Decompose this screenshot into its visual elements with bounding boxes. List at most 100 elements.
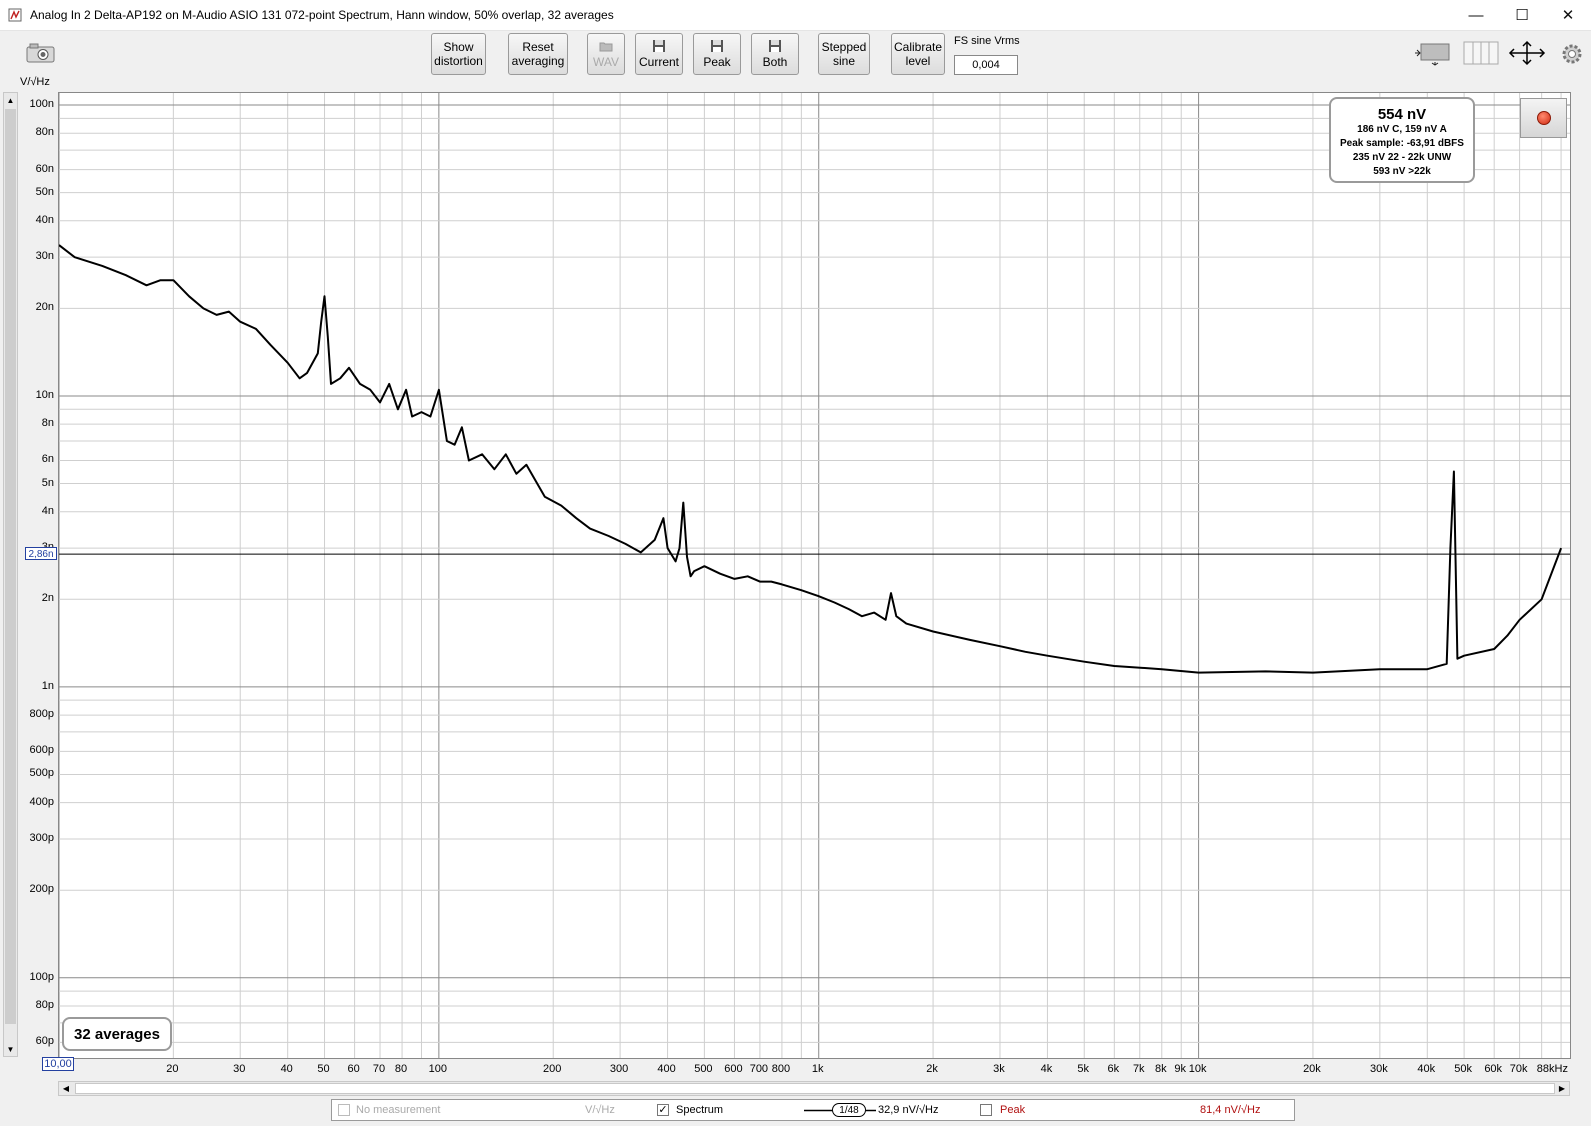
x-tick-label: 30k bbox=[1369, 1063, 1388, 1075]
maximize-button[interactable]: ☐ bbox=[1499, 0, 1545, 30]
calibrate-level-button[interactable]: Calibrate level bbox=[891, 33, 945, 75]
x-tick-label: 500 bbox=[694, 1063, 713, 1075]
x-tick-label: 50k bbox=[1454, 1063, 1472, 1075]
y-tick-label: 50n bbox=[35, 185, 54, 198]
vertical-scrollbar[interactable]: ▲ ▼ bbox=[3, 92, 18, 1057]
reset-averaging-button[interactable]: Reset averaging bbox=[508, 33, 568, 75]
x-tick-label: 10k bbox=[1188, 1063, 1207, 1075]
x-tick-label: 30 bbox=[233, 1063, 246, 1075]
spectrum-checkbox[interactable]: ✓ bbox=[657, 1104, 669, 1116]
y-tick-label: 400p bbox=[29, 795, 54, 808]
zoom-fit-icon[interactable] bbox=[1508, 40, 1546, 66]
folder-icon bbox=[599, 42, 613, 52]
spectrum-label: Spectrum bbox=[676, 1104, 724, 1116]
peak-value: 81,4 nV/√Hz bbox=[1200, 1104, 1261, 1116]
y-tick-label: 100p bbox=[29, 970, 54, 983]
x-tick-label: 80 bbox=[394, 1063, 408, 1075]
y-tick-label: 600p bbox=[29, 744, 54, 757]
record-icon bbox=[1536, 111, 1551, 125]
y-tick-label: 40n bbox=[35, 213, 54, 226]
y-tick-label: 200p bbox=[29, 883, 54, 896]
x-tick-label: 400 bbox=[657, 1063, 676, 1075]
record-button[interactable] bbox=[1520, 98, 1567, 138]
window-title: Analog In 2 Delta-AP192 on M-Audio ASIO … bbox=[30, 8, 614, 22]
y-tick-label: 8n bbox=[41, 417, 54, 430]
x-tick-label: 700 bbox=[749, 1063, 769, 1075]
layout-columns-icon[interactable] bbox=[1463, 41, 1499, 65]
save-icon bbox=[653, 40, 665, 52]
no-measurement-unit: V/√Hz bbox=[585, 1104, 615, 1116]
graph-panel-icon[interactable] bbox=[1413, 40, 1451, 66]
x-tick-label: 6k bbox=[1107, 1063, 1120, 1075]
x-tick-label: 200 bbox=[543, 1063, 562, 1075]
fs-sine-input[interactable] bbox=[954, 55, 1018, 75]
y-tick-label: 6n bbox=[41, 453, 54, 466]
save-current-button[interactable]: Current bbox=[635, 33, 683, 75]
minimize-button[interactable]: — bbox=[1453, 0, 1499, 30]
y-tick-label: 100n bbox=[29, 98, 54, 111]
title-bar: Analog In 2 Delta-AP192 on M-Audio ASIO … bbox=[0, 0, 1591, 31]
x-tick-label: 20k bbox=[1303, 1063, 1321, 1075]
x-tick-label: 3k bbox=[993, 1063, 1005, 1075]
settings-gear-icon[interactable] bbox=[1560, 42, 1584, 66]
x-tick-label: 7k bbox=[1132, 1063, 1145, 1075]
y-tick-label: 1n bbox=[41, 679, 54, 692]
spectrum-plot[interactable] bbox=[58, 92, 1571, 1059]
horizontal-scrollbar[interactable]: ◀ ▶ bbox=[58, 1081, 1570, 1096]
x-tick-label: 8k bbox=[1154, 1063, 1167, 1075]
save-peak-button[interactable]: Peak bbox=[693, 33, 741, 75]
x-tick-label: 40 bbox=[280, 1063, 293, 1075]
x-tick-label: 5k bbox=[1077, 1063, 1090, 1075]
stepped-sine-button[interactable]: Stepped sine bbox=[818, 33, 870, 75]
y-tick-label: 5n bbox=[41, 476, 54, 489]
spectrum-value: 32,9 nV/√Hz bbox=[878, 1104, 939, 1116]
y-tick-label: 80p bbox=[35, 998, 54, 1011]
y-axis-unit: V/√Hz bbox=[20, 76, 50, 88]
y-tick-label: 500p bbox=[29, 767, 54, 780]
y-tick-label: 800p bbox=[29, 708, 54, 721]
x-tick-label: 40k bbox=[1417, 1063, 1436, 1075]
spectrum-trace bbox=[59, 244, 1563, 674]
y-tick-label: 30n bbox=[35, 250, 54, 263]
horizontal-scroll-thumb[interactable] bbox=[75, 1083, 1555, 1094]
x-tick-label: 50 bbox=[317, 1063, 330, 1075]
save-both-button[interactable]: Both bbox=[751, 33, 799, 75]
y-tick-label: 300p bbox=[29, 831, 54, 844]
app-icon bbox=[8, 8, 22, 22]
smoothing-selector[interactable]: 1/48 bbox=[832, 1103, 866, 1117]
x-tick-label: 88kHz bbox=[1536, 1063, 1568, 1075]
scroll-left-arrow-icon[interactable]: ◀ bbox=[59, 1082, 73, 1095]
x-tick-label: 9k bbox=[1174, 1063, 1187, 1075]
no-measurement-label: No measurement bbox=[356, 1104, 441, 1116]
x-tick-label: 600 bbox=[724, 1063, 743, 1075]
peak-checkbox[interactable] bbox=[980, 1104, 992, 1116]
readout-main-value: 554 nV bbox=[1377, 106, 1427, 123]
level-readout: 554 nV 186 nV C, 159 nV A Peak sample: -… bbox=[1329, 97, 1475, 183]
x-tick-label: 70 bbox=[372, 1063, 386, 1075]
save-icon bbox=[711, 40, 723, 52]
close-button[interactable]: ✕ bbox=[1545, 0, 1591, 30]
x-tick-label: 4k bbox=[1040, 1063, 1053, 1075]
save-icon bbox=[769, 40, 781, 52]
x-tick-label: 100 bbox=[428, 1063, 448, 1075]
x-tick-label: 2k bbox=[926, 1063, 938, 1075]
y-cursor-value[interactable]: 2,86n bbox=[25, 547, 57, 560]
x-tick-label: 800 bbox=[771, 1063, 791, 1075]
averages-badge: 32 averages bbox=[62, 1017, 172, 1051]
x-cursor-value[interactable]: 10,00 bbox=[42, 1057, 74, 1071]
y-tick-label: 2n bbox=[41, 592, 54, 605]
y-tick-label: 4n bbox=[41, 504, 54, 517]
readout-line: 235 nV 22 - 22k UNW bbox=[1352, 152, 1452, 163]
y-tick-label: 60p bbox=[35, 1035, 54, 1048]
peak-label: Peak bbox=[1000, 1104, 1026, 1116]
scroll-right-arrow-icon[interactable]: ▶ bbox=[1555, 1082, 1569, 1095]
x-tick-label: 300 bbox=[609, 1063, 629, 1075]
readout-line: 593 nV >22k bbox=[1373, 166, 1431, 177]
x-tick-label: 70k bbox=[1509, 1063, 1528, 1075]
y-tick-label: 20n bbox=[35, 301, 54, 314]
wav-button[interactable]: WAV bbox=[587, 33, 625, 75]
camera-icon[interactable] bbox=[26, 42, 56, 64]
no-measurement-checkbox[interactable] bbox=[338, 1104, 350, 1116]
show-distortion-button[interactable]: Show distortion bbox=[431, 33, 486, 75]
legend-bar: No measurement V/√Hz ✓ Spectrum 1/48 32,… bbox=[331, 1099, 1295, 1121]
